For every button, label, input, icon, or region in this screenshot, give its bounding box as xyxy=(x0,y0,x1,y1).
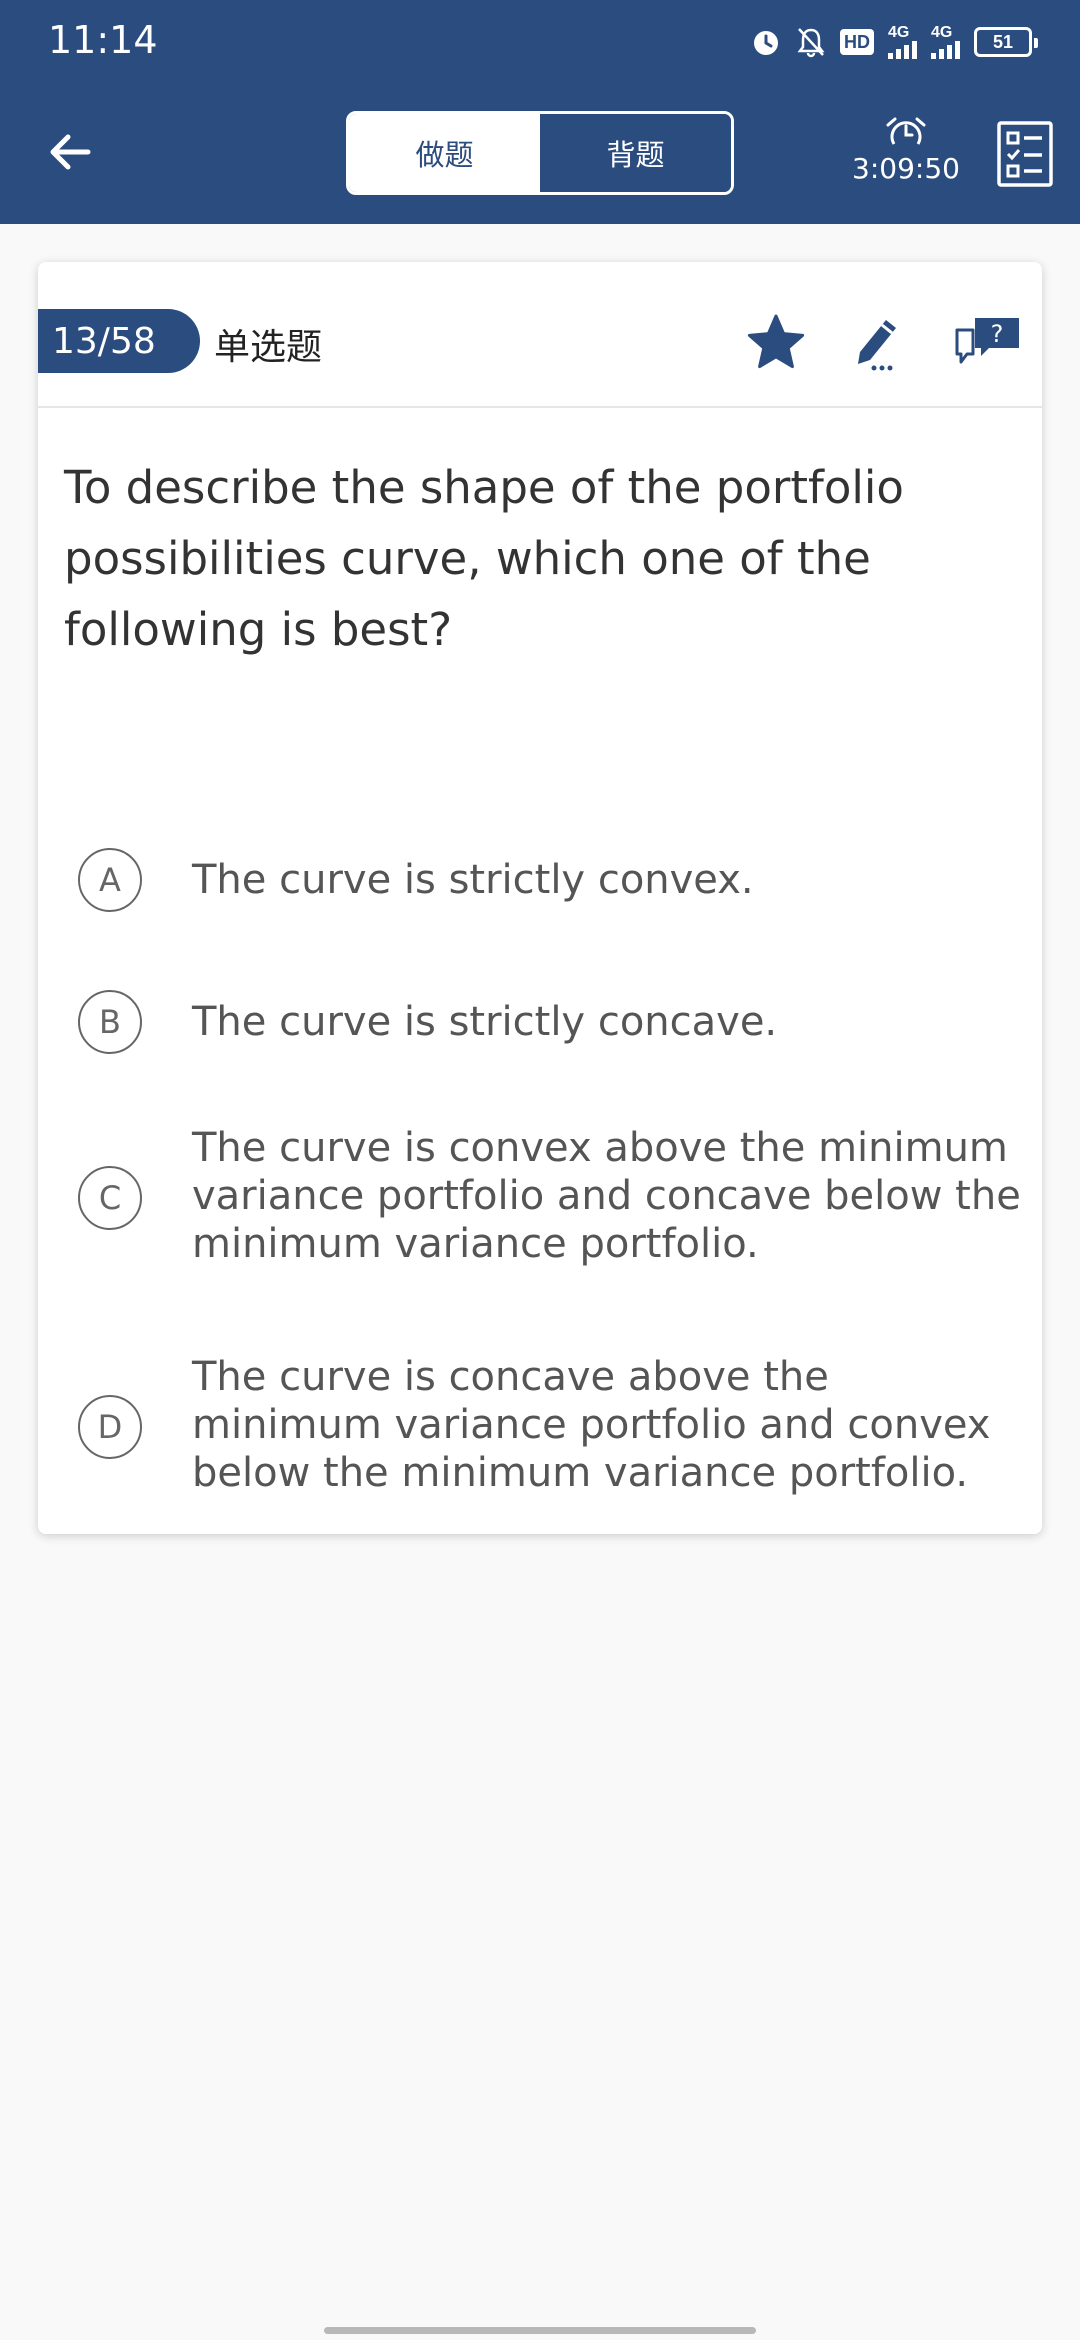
option-text: The curve is concave above the minimum v… xyxy=(192,1354,991,1496)
signal-1: 4G xyxy=(888,25,917,59)
battery-level: 51 xyxy=(992,31,1014,52)
mute-bell-icon xyxy=(797,28,825,58)
question-type: 单选题 xyxy=(214,327,323,368)
option-a[interactable]: A The curve is strictly convex. xyxy=(38,832,1042,928)
app-header: 11:14 HD 4G 4G 51 做题 背题 3:09:50 xyxy=(0,0,1080,224)
feedback-button[interactable]: ? xyxy=(948,310,1028,374)
timer[interactable]: 3:09:50 xyxy=(850,116,962,192)
option-b[interactable]: B The curve is strictly concave. xyxy=(38,974,1042,1070)
tab-memorize[interactable]: 背题 xyxy=(540,114,731,192)
hd-badge: HD xyxy=(840,29,874,55)
tab-practice[interactable]: 做题 xyxy=(349,114,540,192)
alarm-clock-icon xyxy=(886,117,926,145)
note-button[interactable] xyxy=(846,310,910,374)
timer-text: 3:09:50 xyxy=(852,152,960,185)
signal-2: 4G xyxy=(931,25,960,59)
option-letter: D xyxy=(78,1395,142,1459)
option-letter: B xyxy=(78,990,142,1054)
signal-bars-icon xyxy=(931,41,960,59)
option-letter: A xyxy=(78,848,142,912)
star-icon xyxy=(747,314,805,369)
checklist-icon xyxy=(997,121,1053,187)
question-card: 13/58 单选题 ? To describe the shape of the… xyxy=(38,262,1042,1534)
option-text: The curve is strictly convex. xyxy=(192,857,754,903)
network-label: 4G xyxy=(931,24,953,41)
alarm-icon xyxy=(754,31,778,55)
question-counter: 13/58 xyxy=(38,309,200,373)
favorite-button[interactable] xyxy=(744,310,808,374)
mode-tabs: 做题 背题 xyxy=(346,111,734,195)
option-c[interactable]: C The curve is convex above the minimum … xyxy=(38,1114,1042,1282)
status-icons: HD 4G 4G 51 xyxy=(750,22,1038,62)
svg-text:?: ? xyxy=(991,320,1004,348)
question-header: 13/58 单选题 ? xyxy=(38,262,1042,408)
edit-note-icon xyxy=(858,320,896,371)
status-bar: 11:14 HD 4G 4G 51 xyxy=(0,0,1080,84)
arrow-left-icon xyxy=(50,134,91,170)
option-text: The curve is strictly concave. xyxy=(192,999,778,1045)
signal-bars-icon xyxy=(888,41,917,59)
feedback-question-icon: ? xyxy=(955,318,1019,364)
back-button[interactable] xyxy=(36,118,104,186)
option-letter: C xyxy=(78,1166,142,1230)
answer-sheet-button[interactable] xyxy=(996,120,1054,188)
question-text: To describe the shape of the portfolio p… xyxy=(64,461,904,656)
network-label: 4G xyxy=(888,24,910,41)
home-indicator[interactable] xyxy=(324,2327,756,2334)
battery-icon: 51 xyxy=(974,27,1038,57)
status-time: 11:14 xyxy=(48,18,158,62)
option-d[interactable]: D The curve is concave above the minimum… xyxy=(38,1343,1042,1511)
option-text: The curve is convex above the minimum va… xyxy=(192,1125,1021,1267)
